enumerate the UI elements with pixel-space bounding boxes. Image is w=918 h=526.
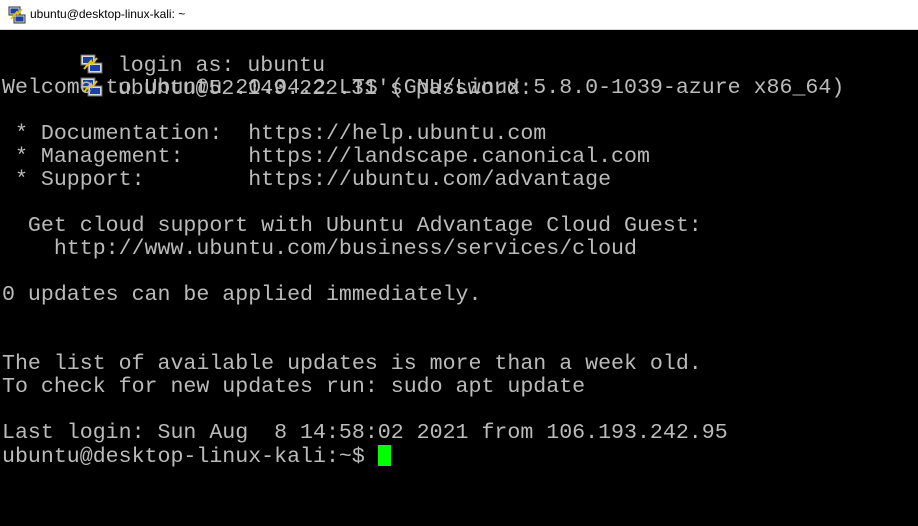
management-line: * Management: https://landscape.canonica… xyxy=(2,145,650,169)
password-line: ubuntu@52.149.222.31's password: xyxy=(2,54,532,101)
login-line: login as: ubuntu xyxy=(2,31,325,78)
last-login-line: Last login: Sun Aug 8 14:58:02 2021 from… xyxy=(2,421,728,445)
cloud-support-line: Get cloud support with Ubuntu Advantage … xyxy=(2,214,702,238)
documentation-line: * Documentation: https://help.ubuntu.com xyxy=(2,122,547,146)
updates-list-line: The list of available updates is more th… xyxy=(2,352,702,376)
support-line: * Support: https://ubuntu.com/advantage xyxy=(2,168,612,192)
shell-prompt-line[interactable]: ubuntu@desktop-linux-kali:~$ xyxy=(2,445,391,469)
terminal-area[interactable]: login as: ubuntu ubuntu@52.149.222.31's … xyxy=(0,30,918,526)
title-bar[interactable]: ubuntu@desktop-linux-kali: ~ xyxy=(0,0,918,30)
cloud-url-line: http://www.ubuntu.com/business/services/… xyxy=(2,237,637,261)
putty-window: ubuntu@desktop-linux-kali: ~ login as: u… xyxy=(0,0,918,526)
window-title: ubuntu@desktop-linux-kali: ~ xyxy=(30,7,186,21)
putty-icon[interactable] xyxy=(8,6,26,24)
update-command-line: To check for new updates run: sudo apt u… xyxy=(2,375,586,399)
shell-prompt: ubuntu@desktop-linux-kali:~$ xyxy=(2,445,378,469)
welcome-line: Welcome to Ubuntu 20.04.2 LTS (GNU/Linux… xyxy=(2,76,845,100)
updates-line: 0 updates can be applied immediately. xyxy=(2,283,482,307)
terminal-cursor xyxy=(377,445,391,466)
